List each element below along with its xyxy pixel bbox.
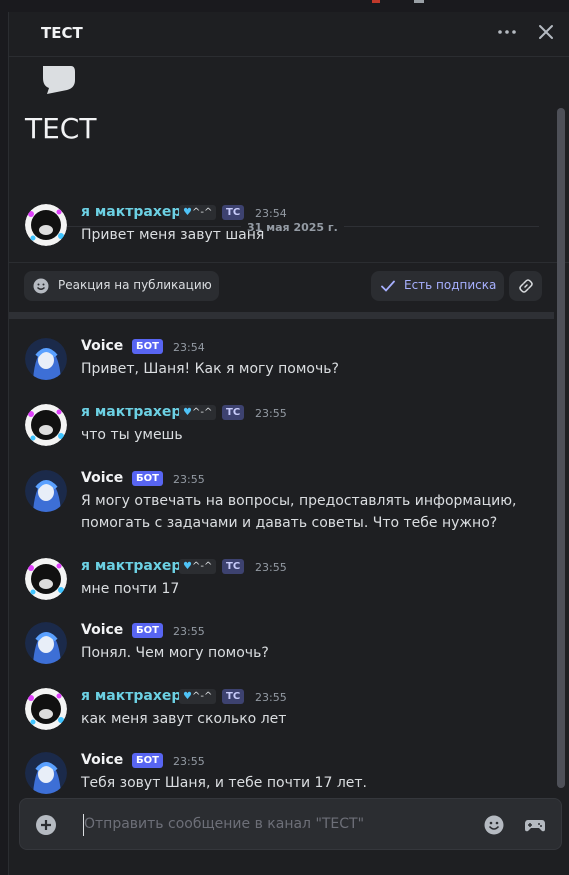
avatar[interactable] bbox=[25, 204, 67, 246]
author-name[interactable]: я мактрахер bbox=[81, 204, 181, 220]
message-text: Привет меня завут шаня bbox=[81, 227, 265, 243]
close-icon[interactable] bbox=[535, 21, 557, 43]
heart-icon: ♥ bbox=[183, 561, 192, 572]
post-actions-bar: Реакция на публикацию Есть подписка bbox=[9, 262, 569, 310]
role-badge: ТС bbox=[222, 205, 245, 220]
bot-badge: БОТ bbox=[132, 623, 163, 638]
avatar[interactable] bbox=[25, 752, 67, 794]
thread-header: ТЕСТ bbox=[9, 12, 569, 57]
user-tag: ♥^-^ bbox=[179, 405, 217, 420]
message-text: мне почти 17 bbox=[81, 581, 180, 597]
user-tag-text: ^-^ bbox=[191, 407, 213, 418]
author-name[interactable]: я мактрахер bbox=[81, 558, 181, 574]
user-tag-text: ^-^ bbox=[191, 561, 213, 572]
more-dots-icon[interactable] bbox=[495, 20, 519, 44]
thread-title: ТЕСТ bbox=[25, 112, 97, 145]
reaction-label: Реакция на публикацию bbox=[58, 278, 212, 292]
avatar[interactable] bbox=[25, 688, 67, 730]
timestamp: 23:55 bbox=[173, 473, 205, 486]
check-icon bbox=[381, 280, 395, 292]
avatar[interactable] bbox=[25, 558, 67, 600]
window-top-icons bbox=[372, 0, 424, 3]
role-badge: ТС bbox=[222, 559, 245, 574]
author-name[interactable]: Voice bbox=[81, 622, 123, 638]
timestamp: 23:55 bbox=[255, 407, 287, 420]
message-text: Я могу отвечать на вопросы, предоставлят… bbox=[81, 493, 517, 531]
author-name[interactable]: Voice bbox=[81, 470, 123, 486]
post-separator bbox=[9, 312, 554, 319]
user-tag: ♥^-^ bbox=[179, 689, 217, 704]
follow-label: Есть подписка bbox=[404, 278, 497, 292]
role-badge: ТС bbox=[222, 405, 245, 420]
header-title: ТЕСТ bbox=[41, 24, 83, 42]
user-tag-text: ^-^ bbox=[191, 691, 213, 702]
message-composer bbox=[19, 798, 562, 850]
timestamp: 23:55 bbox=[173, 625, 205, 638]
timestamp: 23:55 bbox=[255, 561, 287, 574]
gamepad-icon[interactable] bbox=[524, 815, 546, 835]
message-text: как меня завут сколько лет bbox=[81, 711, 287, 727]
message-text: Привет, Шаня! Как я могу помочь? bbox=[81, 361, 339, 377]
user-tag: ♥^-^ bbox=[179, 559, 217, 574]
user-tag: ♥^-^ bbox=[179, 205, 217, 220]
copy-link-button[interactable] bbox=[509, 271, 542, 301]
author-name[interactable]: Voice bbox=[81, 338, 123, 354]
author-name[interactable]: Voice bbox=[81, 752, 123, 768]
author-name[interactable]: я мактрахер bbox=[81, 404, 181, 420]
emoji-icon bbox=[33, 278, 49, 294]
link-icon bbox=[519, 279, 533, 293]
avatar[interactable] bbox=[25, 622, 67, 664]
message-text: что ты умешь bbox=[81, 427, 183, 443]
bot-badge: БОТ bbox=[132, 753, 163, 768]
avatar[interactable] bbox=[25, 404, 67, 446]
bot-badge: БОТ bbox=[132, 471, 163, 486]
scrollbar[interactable] bbox=[557, 108, 565, 788]
heart-icon: ♥ bbox=[183, 691, 192, 702]
message-text: Понял. Чем могу помочь? bbox=[81, 645, 269, 661]
timestamp: 23:54 bbox=[173, 341, 205, 354]
message-input[interactable] bbox=[84, 810, 464, 838]
avatar[interactable] bbox=[25, 470, 67, 512]
role-badge: ТС bbox=[222, 689, 245, 704]
bot-badge: БОТ bbox=[132, 339, 163, 354]
chat-bubble-icon bbox=[43, 66, 75, 94]
user-tag-text: ^-^ bbox=[191, 207, 213, 218]
plus-circle-icon[interactable] bbox=[36, 815, 56, 835]
messages-scroll-area[interactable]: ТЕСТ 31 мая 2025 г. я мактрахер ♥^-^ ТС … bbox=[9, 58, 569, 798]
timestamp: 23:55 bbox=[255, 691, 287, 704]
timestamp: 23:55 bbox=[173, 755, 205, 768]
thread-panel: ТЕСТ ТЕСТ 31 мая 2025 г. я мактрахер ♥^-… bbox=[8, 12, 569, 875]
timestamp: 23:54 bbox=[255, 207, 287, 220]
scrollbar-thumb[interactable] bbox=[557, 108, 565, 788]
message-text: Тебя зовут Шаня, и тебе почти 17 лет. bbox=[81, 775, 367, 791]
heart-icon: ♥ bbox=[183, 207, 192, 218]
follow-button[interactable]: Есть подписка bbox=[371, 271, 504, 301]
emoji-icon[interactable] bbox=[484, 815, 504, 835]
heart-icon: ♥ bbox=[183, 407, 192, 418]
author-name[interactable]: я мактрахер bbox=[81, 688, 181, 704]
avatar[interactable] bbox=[25, 338, 67, 380]
reaction-button[interactable]: Реакция на публикацию bbox=[24, 271, 219, 301]
